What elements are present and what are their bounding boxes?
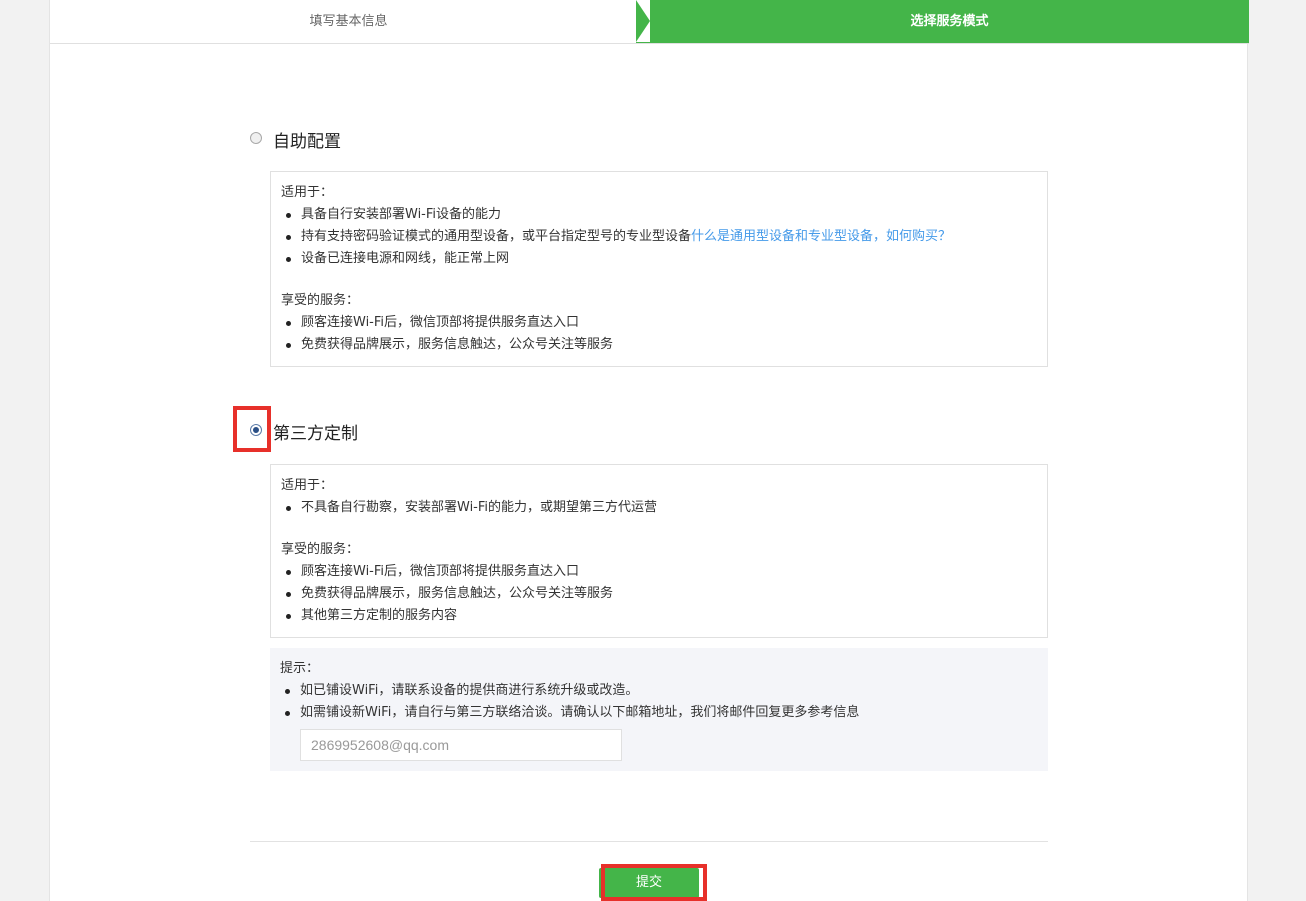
third-party-info: 适用于： 不具备自行勘察，安装部署Wi-Fi的能力，或期望第三方代运营 享受的服… [270,464,1048,638]
list-item: 设备已连接电源和网线，能正常上网 [281,248,1037,270]
option-self-config-label[interactable]: 自助配置 [273,127,341,152]
list-item: 如需铺设新WiFi，请自行与第三方联络洽谈。请确认以下邮箱地址，我们将邮件回复更… [280,702,1038,724]
self-services-heading: 享受的服务： [281,293,360,308]
third-applies-list: 不具备自行勘察，安装部署Wi-Fi的能力，或期望第三方代运营 [281,497,1037,519]
self-config-info: 适用于： 具备自行安装部署Wi-Fi设备的能力 持有支持密码验证模式的通用型设备… [270,171,1048,367]
step-service-mode: 选择服务模式 [636,0,1249,43]
radio-self-config[interactable] [250,132,262,144]
tip-box: 提示： 如已铺设WiFi，请联系设备的提供商进行系统升级或改造。 如需铺设新Wi… [270,648,1048,771]
step-basic-info: 填写基本信息 [309,14,388,29]
list-item: 免费获得品牌展示，服务信息触达，公众号关注等服务 [281,334,1037,356]
step-bar: 填写基本信息 选择服务模式 [50,0,1249,44]
highlight-box-radio [233,406,271,452]
self-applies-list: 具备自行安装部署Wi-Fi设备的能力 持有支持密码验证模式的通用型设备，或平台指… [281,204,1037,270]
list-item: 如已铺设WiFi，请联系设备的提供商进行系统升级或改造。 [280,680,1038,702]
tip-heading: 提示： [280,661,320,676]
third-services-heading: 享受的服务： [281,542,360,557]
list-item: 持有支持密码验证模式的通用型设备，或平台指定型号的专业型设备什么是通用型设备和专… [281,226,1037,248]
list-item: 顾客连接Wi-Fi后，微信顶部将提供服务直达入口 [281,312,1037,334]
list-item: 具备自行安装部署Wi-Fi设备的能力 [281,204,1037,226]
main-panel: 填写基本信息 选择服务模式 自助配置 适用于： 具备自行安装部署Wi-Fi设备的… [49,0,1249,901]
option-third-party-label[interactable]: 第三方定制 [273,419,358,444]
step-arrow [636,0,650,42]
list-item: 顾客连接Wi-Fi后，微信顶部将提供服务直达入口 [281,561,1037,583]
third-services-list: 顾客连接Wi-Fi后，微信顶部将提供服务直达入口 免费获得品牌展示，服务信息触达… [281,561,1037,627]
list-item: 免费获得品牌展示，服务信息触达，公众号关注等服务 [281,583,1037,605]
device-type-link[interactable]: 什么是通用型设备和专业型设备，如何购买？ [691,229,951,244]
highlight-box-submit [601,864,707,901]
tip-list: 如已铺设WiFi，请联系设备的提供商进行系统升级或改造。 如需铺设新WiFi，请… [280,680,1038,724]
email-field[interactable]: 2869952608@qq.com [300,729,622,761]
third-applies-heading: 适用于： [281,478,334,493]
divider [250,841,1048,842]
self-services-list: 顾客连接Wi-Fi后，微信顶部将提供服务直达入口 免费获得品牌展示，服务信息触达… [281,312,1037,356]
step-service-mode-label: 选择服务模式 [910,14,989,29]
list-item: 不具备自行勘察，安装部署Wi-Fi的能力，或期望第三方代运营 [281,497,1037,519]
list-item: 其他第三方定制的服务内容 [281,605,1037,627]
self-applies-heading: 适用于： [281,185,334,200]
list-item-text: 持有支持密码验证模式的通用型设备，或平台指定型号的专业型设备 [301,229,692,244]
